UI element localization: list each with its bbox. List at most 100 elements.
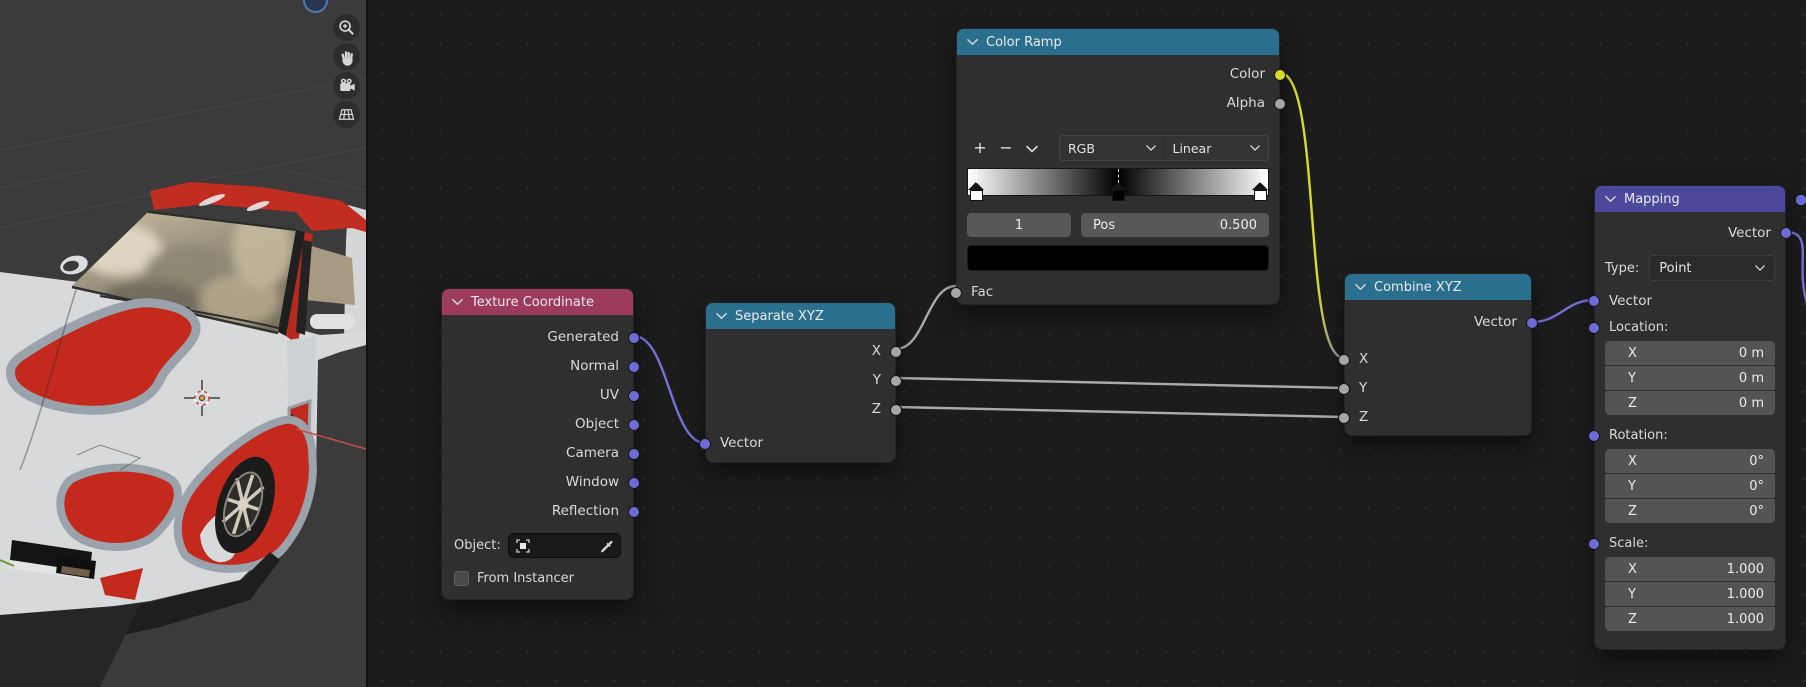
- node-separate-xyz[interactable]: Separate XYZ X Y Z Vector: [699, 302, 902, 463]
- zoom-button[interactable]: [333, 14, 360, 41]
- node-header[interactable]: Mapping: [1595, 186, 1785, 212]
- input-z: Z: [1338, 403, 1531, 432]
- color-mode-dropdown[interactable]: RGB: [1060, 136, 1164, 160]
- output-y: Y: [706, 366, 902, 395]
- output-reflection: Reflection: [442, 497, 640, 526]
- blender-window: Texture Coordinate Generated Normal UV O…: [0, 0, 1806, 687]
- scale-x-field[interactable]: X 1.000: [1605, 557, 1775, 581]
- node-title: Separate XYZ: [735, 308, 824, 324]
- interpolation-dropdown[interactable]: Linear: [1163, 136, 1269, 160]
- chevron-down-icon: [1755, 265, 1765, 271]
- editor-divider[interactable]: [366, 0, 368, 687]
- collapse-chevron-icon[interactable]: [1355, 283, 1366, 291]
- chevron-down-icon: [1250, 145, 1260, 151]
- rotation-x-field[interactable]: X 0°: [1605, 449, 1775, 473]
- socket-z-in[interactable]: [1338, 411, 1350, 424]
- type-label: Type:: [1605, 260, 1640, 276]
- socket-normal[interactable]: [628, 360, 640, 373]
- location-z-field[interactable]: Z0 m: [1605, 391, 1775, 415]
- socket-uv[interactable]: [628, 389, 640, 402]
- input-y: Y: [1338, 374, 1531, 403]
- node-header[interactable]: Separate XYZ: [706, 303, 895, 329]
- collapse-chevron-icon[interactable]: [452, 298, 463, 306]
- node-header[interactable]: Combine XYZ: [1345, 274, 1531, 300]
- ramp-stop-1-selected[interactable]: [1110, 169, 1126, 201]
- object-picker-field[interactable]: [507, 533, 621, 558]
- remove-stop-button[interactable]: −: [993, 136, 1019, 160]
- output-vector: Vector: [1595, 219, 1792, 247]
- stop-position-field[interactable]: Pos 0.500: [1081, 213, 1269, 237]
- ramp-stop-0[interactable]: [968, 169, 984, 201]
- mapping-type-dropdown[interactable]: Point: [1649, 255, 1775, 281]
- rotation-label-row: Rotation:: [1588, 423, 1785, 449]
- node-title: Mapping: [1624, 191, 1680, 207]
- rotation-z-field[interactable]: Z 0°: [1605, 499, 1775, 523]
- location-x-field[interactable]: X0 m: [1605, 341, 1775, 365]
- node-texture-coordinate[interactable]: Texture Coordinate Generated Normal UV O…: [441, 288, 640, 600]
- socket-alpha-out[interactable]: [1274, 97, 1286, 110]
- scale-y-field[interactable]: Y 1.000: [1605, 582, 1775, 606]
- node-color-ramp[interactable]: Color Ramp Color Alpha + − RGB Linear 1 …: [950, 28, 1286, 307]
- pan-button[interactable]: [333, 43, 360, 70]
- output-x: X: [706, 337, 902, 366]
- output-normal: Normal: [442, 352, 640, 381]
- output-z: Z: [706, 395, 902, 424]
- from-instancer-checkbox[interactable]: [454, 570, 469, 586]
- active-stop-index-field[interactable]: 1: [967, 213, 1071, 237]
- output-window: Window: [442, 468, 640, 497]
- socket-z-out[interactable]: [890, 403, 902, 416]
- socket-x-out[interactable]: [890, 345, 902, 358]
- color-ramp-gradient[interactable]: [967, 168, 1269, 201]
- socket-camera[interactable]: [628, 447, 640, 460]
- add-stop-button[interactable]: +: [967, 136, 993, 160]
- node-header[interactable]: Color Ramp: [957, 29, 1279, 55]
- object-label: Object:: [454, 538, 501, 553]
- eyedropper-icon[interactable]: [599, 539, 613, 553]
- socket-x-in[interactable]: [1338, 353, 1350, 366]
- ramp-specials-button[interactable]: [1019, 136, 1045, 160]
- magnifier-plus-icon: [339, 20, 354, 35]
- socket-color-out[interactable]: [1274, 68, 1286, 81]
- location-label-row: Location:: [1588, 315, 1785, 341]
- stop-color-swatch[interactable]: [967, 245, 1269, 271]
- socket-object[interactable]: [628, 418, 640, 431]
- output-alpha: Alpha: [957, 89, 1286, 118]
- socket-vector-out[interactable]: [1526, 316, 1538, 329]
- socket-window[interactable]: [628, 476, 640, 489]
- collapse-chevron-icon[interactable]: [1605, 195, 1616, 203]
- perspective-toggle-button[interactable]: [333, 101, 360, 128]
- socket-fac-in[interactable]: [950, 286, 962, 299]
- collapse-chevron-icon[interactable]: [716, 312, 727, 320]
- scale-label-row: Scale:: [1588, 531, 1785, 557]
- socket-y-out[interactable]: [890, 374, 902, 387]
- node-header[interactable]: Texture Coordinate: [442, 289, 633, 315]
- scale-z-field[interactable]: Z 1.000: [1605, 607, 1775, 631]
- rotation-y-field[interactable]: Y 0°: [1605, 474, 1775, 498]
- node-title: Color Ramp: [986, 34, 1062, 50]
- socket-y-in[interactable]: [1338, 382, 1350, 395]
- ramp-stop-2[interactable]: [1252, 169, 1268, 201]
- input-vector: Vector: [699, 429, 895, 458]
- perspective-grid-icon: [338, 109, 355, 120]
- output-camera: Camera: [442, 439, 640, 468]
- socket-generated[interactable]: [628, 331, 640, 344]
- node-title: Texture Coordinate: [471, 294, 594, 310]
- node-mapping[interactable]: Mapping Vector Type: Point Vector Locati…: [1588, 185, 1792, 650]
- socket-vector-out[interactable]: [1780, 227, 1792, 239]
- node-combine-xyz[interactable]: Combine XYZ Vector X Y Z: [1338, 273, 1538, 436]
- 3d-viewport[interactable]: [0, 0, 366, 687]
- camera-view-button[interactable]: [333, 72, 360, 99]
- location-y-field[interactable]: Y0 m: [1605, 366, 1775, 390]
- socket-vector-in[interactable]: [1588, 295, 1600, 307]
- output-uv: UV: [442, 381, 640, 410]
- socket-location-in[interactable]: [1588, 322, 1600, 334]
- socket-reflection[interactable]: [628, 505, 640, 518]
- movie-camera-icon: [340, 78, 355, 92]
- hand-icon: [341, 50, 353, 66]
- input-fac: Fac: [950, 278, 1279, 307]
- collapse-chevron-icon[interactable]: [967, 38, 978, 46]
- socket-scale-in[interactable]: [1588, 538, 1600, 550]
- socket-vector-in[interactable]: [699, 437, 711, 450]
- socket-rotation-in[interactable]: [1588, 430, 1600, 442]
- viewport-render: [0, 0, 366, 687]
